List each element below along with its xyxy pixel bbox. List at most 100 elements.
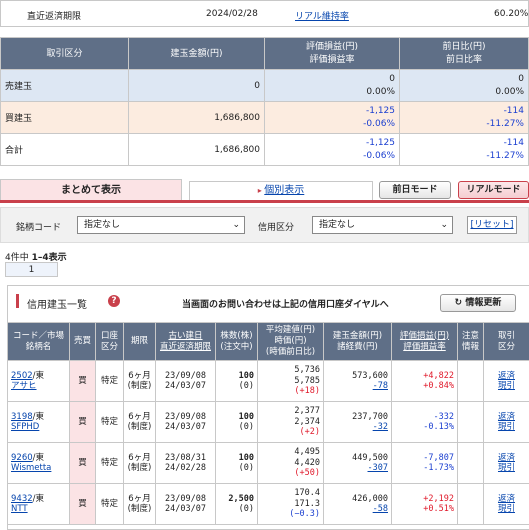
summary-row-dod: -114 -11.27% <box>399 101 529 134</box>
position-term: 6ヶ月 (制度) <box>123 442 156 484</box>
tab-summary-view[interactable]: まとめて表示 <box>0 179 182 201</box>
position-shares: 100 (0) <box>215 442 258 484</box>
position-note <box>457 401 484 443</box>
refresh-button[interactable]: ↻ 情報更新 <box>440 294 516 312</box>
position-term: 6ヶ月 (制度) <box>123 401 156 443</box>
col-shares: 株数(株) (注文中) <box>215 322 258 361</box>
panel-title: 信用建玉一覧 <box>27 300 87 311</box>
credit-type-select[interactable]: 指定なし ⌄ <box>312 216 453 234</box>
position-side: 買 <box>69 401 96 443</box>
position-account: 特定 <box>95 360 124 402</box>
chevron-down-icon: ⌄ <box>440 220 448 230</box>
chevron-down-icon: ⌄ <box>232 220 240 230</box>
position-note <box>457 483 484 525</box>
brand-code-select[interactable]: 指定なし ⌄ <box>77 216 245 234</box>
col-account: 口座 区分 <box>95 322 124 361</box>
summary-row-dod: 0 0.00% <box>399 69 529 102</box>
position-term: 6ヶ月 (制度) <box>123 483 156 525</box>
summary-header-amount: 建玉金額(円) <box>128 37 265 70</box>
table-row: 9260/東 Wismetta 買 特定 6ヶ月 (制度) 23/08/31 24/0… <box>7 442 529 484</box>
position-dates: 23/09/08 24/03/07 <box>155 483 216 525</box>
position-note <box>457 442 484 484</box>
position-code[interactable]: 9432/東 NTT <box>7 483 70 525</box>
col-date[interactable]: 古い建日 直近返済期限 <box>155 322 216 361</box>
tab-individual-view[interactable]: ▸ 個別表示 <box>189 181 373 200</box>
position-account: 特定 <box>95 401 124 443</box>
position-pl: +4,822 +0.84% <box>391 360 458 402</box>
table-row: 3198/東 SFPHD 買 特定 6ヶ月 (制度) 23/09/08 24/03/0… <box>7 401 529 443</box>
summary-header-pl: 評価損益(円) 評価損益率 <box>264 37 400 70</box>
prev-day-mode-button[interactable]: 前日モード <box>379 181 451 199</box>
summary-table: 取引区分 建玉金額(円) 評価損益(円) 評価損益率 前日比(円) 前日比率 売建玉… <box>0 37 529 166</box>
summary-row-amount: 1,686,800 <box>128 101 265 134</box>
summary-row-amount: 0 <box>128 69 265 102</box>
position-trade[interactable]: 返済 現引 <box>483 483 529 525</box>
deadline-label: 直近返済期限 <box>27 12 82 22</box>
deadline-date: 2024/02/28 <box>206 9 258 19</box>
position-side: 買 <box>69 483 96 525</box>
col-note: 注意 情報 <box>457 322 484 361</box>
positions-table: コード／市場 銘柄名 売買 口座 区分 期限 古い建日 直近返済期限 株数(株) (注文… <box>7 322 529 525</box>
summary-row-amount: 1,686,800 <box>128 133 265 166</box>
summary-header-type: 取引区分 <box>0 37 129 70</box>
position-shares: 100 (0) <box>215 401 258 443</box>
position-term: 6ヶ月 (制度) <box>123 360 156 402</box>
tab-underline <box>0 200 529 203</box>
table-row: 9432/東 NTT 買 特定 6ヶ月 (制度) 23/09/08 24/03/07 … <box>7 483 529 525</box>
summary-row-label: 合計 <box>0 133 129 166</box>
col-code: コード／市場 銘柄名 <box>7 322 70 361</box>
position-account: 特定 <box>95 483 124 525</box>
position-amount: 237,700 -32 <box>323 401 392 443</box>
help-icon[interactable]: ? <box>108 295 120 307</box>
credit-type-label: 信用区分 <box>258 223 295 233</box>
position-trade[interactable]: 返済 現引 <box>483 360 529 402</box>
refresh-icon: ↻ <box>454 298 463 308</box>
col-trade: 取引 区分 <box>483 322 529 361</box>
real-maintenance-link[interactable]: リアル維持率 <box>295 9 349 22</box>
col-price: 平均建値(円) 時価(円) (時価前日比) <box>257 322 324 361</box>
col-side: 売買 <box>69 322 96 361</box>
real-mode-button[interactable]: リアルモード <box>458 181 529 199</box>
position-side: 買 <box>69 360 96 402</box>
position-code[interactable]: 9260/東 Wismetta <box>7 442 70 484</box>
position-shares: 100 (0) <box>215 360 258 402</box>
position-trade[interactable]: 返済 現引 <box>483 442 529 484</box>
position-amount: 573,600 -78 <box>323 360 392 402</box>
title-accent <box>16 294 19 308</box>
position-account: 特定 <box>95 442 124 484</box>
position-pl: +2,192 +0.51% <box>391 483 458 525</box>
col-amount: 建玉金額(円) 諸経費(円) <box>323 322 392 361</box>
position-note <box>457 360 484 402</box>
position-price: 5,736 5,785 (+18) <box>257 360 324 402</box>
page-1[interactable]: 1 <box>5 262 58 277</box>
summary-header-dod: 前日比(円) 前日比率 <box>399 37 529 70</box>
position-code[interactable]: 2502/東 アサヒ <box>7 360 70 402</box>
position-side: 買 <box>69 442 96 484</box>
summary-row-label: 売建玉 <box>0 69 129 102</box>
position-dates: 23/09/08 24/03/07 <box>155 401 216 443</box>
reset-link[interactable]: [リセット] <box>467 216 517 234</box>
summary-row-label: 買建玉 <box>0 101 129 134</box>
position-dates: 23/08/31 24/02/28 <box>155 442 216 484</box>
summary-row-pl: -1,125 -0.06% <box>264 101 400 134</box>
col-pl[interactable]: 評価損益(円) 評価損益率 <box>391 322 458 361</box>
position-amount: 426,000 -58 <box>323 483 392 525</box>
position-trade[interactable]: 返済 現引 <box>483 401 529 443</box>
position-shares: 2,500 (0) <box>215 483 258 525</box>
col-term: 期限 <box>123 322 156 361</box>
deadline-row: 直近返済期限 2024/02/28 リアル維持率 60.20% <box>0 0 529 27</box>
summary-row-dod: -114 -11.27% <box>399 133 529 166</box>
summary-row-pl: 0 0.00% <box>264 69 400 102</box>
position-price: 170.4 171.3 (−0.3) <box>257 483 324 525</box>
summary-row-pl: -1,125 -0.06% <box>264 133 400 166</box>
maintenance-rate: 60.20% <box>494 9 529 19</box>
inquiry-notice: 当画面のお問い合わせは上記の信用口座ダイヤルへ <box>182 300 389 310</box>
position-pl: -7,807 -1.73% <box>391 442 458 484</box>
table-row: 2502/東 アサヒ 買 特定 6ヶ月 (制度) 23/09/08 24/03/07 … <box>7 360 529 402</box>
position-amount: 449,500 -307 <box>323 442 392 484</box>
position-price: 4,495 4,420 (+50) <box>257 442 324 484</box>
position-code[interactable]: 3198/東 SFPHD <box>7 401 70 443</box>
position-dates: 23/09/08 24/03/07 <box>155 360 216 402</box>
brand-code-label: 銘柄コード <box>16 223 62 233</box>
position-price: 2,377 2,374 (+2) <box>257 401 324 443</box>
